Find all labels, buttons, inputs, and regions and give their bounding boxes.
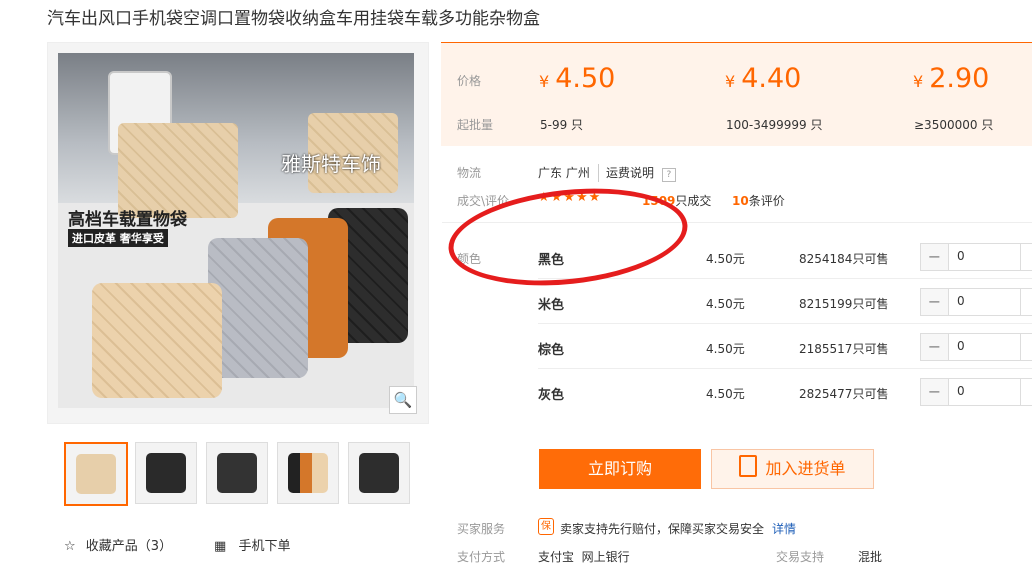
variant-price: 4.50元: [706, 342, 745, 356]
tier-range-2: 100-3499999 只: [726, 118, 823, 132]
thumbnail-2[interactable]: [135, 442, 197, 504]
thumbnail-5[interactable]: [348, 442, 410, 504]
qr-code-icon: ▦: [214, 539, 227, 554]
ad-title: 高档车载置物袋: [68, 210, 187, 230]
quantity-input[interactable]: 0: [957, 294, 965, 308]
sold-suffix: 只成交: [675, 194, 712, 208]
plus-button[interactable]: [1020, 244, 1032, 270]
divider: [538, 323, 1032, 324]
mobile-order-button[interactable]: ▦ 手机下单: [214, 535, 290, 554]
variant-stock: 8254184只可售: [799, 252, 889, 266]
variant-price: 4.50元: [706, 387, 745, 401]
star-outline-icon: ☆: [64, 539, 76, 554]
variant-price: 4.50元: [706, 252, 745, 266]
price-panel: 价格 起批量 ¥4.50 5-99 只 ¥4.40 100-3499999 只 …: [441, 42, 1032, 146]
price-tier-1: ¥4.50: [539, 63, 616, 94]
review-number: 10: [732, 194, 749, 208]
ad-subtitle: 进口皮革 奢华享受: [68, 229, 168, 247]
divider: [538, 278, 1032, 279]
variant-stock: 2185517只可售: [799, 342, 889, 356]
shipping-fee-text: 运费说明: [606, 166, 655, 180]
trade-support-value: 混批: [858, 550, 883, 564]
payment-label: 支付方式: [457, 550, 506, 564]
review-count[interactable]: 10条评价: [732, 192, 785, 209]
quantity-input[interactable]: 0: [957, 339, 965, 353]
price-tier-2: ¥4.40: [725, 63, 802, 94]
image-gallery: 雅斯特车饰 高档车载置物袋 进口皮革 奢华享受 🔍: [47, 42, 429, 424]
quantity-stepper: − 0: [920, 243, 1032, 271]
service-text: 卖家支持先行赔付，保障买家交易安全: [560, 522, 765, 536]
plus-button[interactable]: [1020, 289, 1032, 315]
main-product-image[interactable]: 雅斯特车饰 高档车载置物袋 进口皮革 奢华享受: [58, 53, 414, 408]
divider: [538, 368, 1032, 369]
brand-watermark: 雅斯特车饰: [281, 152, 381, 176]
variant-stock: 2825477只可售: [799, 387, 889, 401]
clipboard-icon: [739, 455, 758, 477]
price-tier-3: ¥2.90: [913, 63, 990, 94]
payment-methods: 支付宝 网上银行: [538, 550, 630, 564]
service-label: 买家服务: [457, 522, 506, 536]
price-label: 价格: [457, 74, 482, 88]
thumbnail-3[interactable]: [206, 442, 268, 504]
guarantee-badge-icon: 保: [538, 518, 554, 535]
moq-label: 起批量: [457, 118, 494, 132]
buy-now-button[interactable]: 立即订购: [539, 449, 701, 489]
minus-button[interactable]: −: [921, 379, 949, 405]
ship-from-location: 广东 广州: [538, 166, 590, 180]
variant-name: 棕色: [538, 343, 565, 358]
quantity-stepper: − 0: [920, 378, 1032, 406]
variant-stock: 8215199只可售: [799, 297, 889, 311]
product-title: 汽车出风口手机袋空调口置物袋收纳盒车用挂袋车载多功能杂物盒: [47, 9, 540, 29]
zoom-icon[interactable]: 🔍: [389, 386, 417, 414]
plus-button[interactable]: [1020, 334, 1032, 360]
beige-pouch: [92, 283, 222, 398]
quantity-stepper: − 0: [920, 288, 1032, 316]
review-suffix: 条评价: [748, 194, 785, 208]
thumbnail-1[interactable]: [64, 442, 128, 506]
minus-button[interactable]: −: [921, 334, 949, 360]
minus-button[interactable]: −: [921, 244, 949, 270]
collect-product-button[interactable]: ☆ 收藏产品（3）: [64, 535, 172, 554]
service-detail-link[interactable]: 详情: [772, 520, 796, 537]
trade-support-label: 交易支持: [776, 550, 825, 564]
collect-label: 收藏产品（3）: [85, 539, 173, 554]
help-icon[interactable]: ?: [661, 168, 676, 182]
quantity-input[interactable]: 0: [957, 384, 965, 398]
logistics-label: 物流: [457, 166, 482, 180]
minus-button[interactable]: −: [921, 289, 949, 315]
mobile-order-label: 手机下单: [238, 539, 291, 554]
variant-price: 4.50元: [706, 297, 745, 311]
shipping-fee-link[interactable]: 运费说明 ?: [598, 164, 676, 182]
add-to-cart-button[interactable]: 加入进货单: [711, 449, 874, 489]
add-to-cart-label: 加入进货单: [765, 459, 846, 478]
thumbnail-4[interactable]: [277, 442, 339, 504]
quantity-stepper: − 0: [920, 333, 1032, 361]
quantity-input[interactable]: 0: [957, 249, 965, 263]
tier-range-3: ≥3500000 只: [914, 118, 994, 132]
variant-name: 米色: [538, 298, 565, 313]
variant-name: 灰色: [538, 388, 565, 403]
grey-pouch: [208, 238, 308, 378]
beige-pouch-photo: [118, 123, 238, 218]
plus-button[interactable]: [1020, 379, 1032, 405]
tier-range-1: 5-99 只: [540, 118, 584, 132]
